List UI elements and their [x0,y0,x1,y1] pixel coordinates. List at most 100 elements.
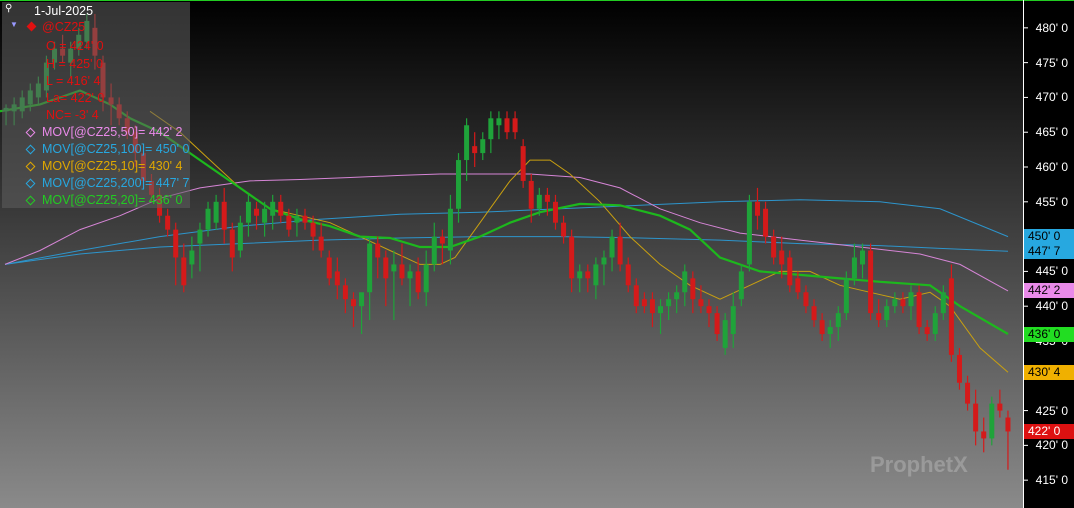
candle-body [754,201,760,216]
price-box: 422' 0 [1024,423,1074,439]
candle-body [593,264,599,286]
candle-body [165,215,171,230]
watermark: ProphetX [870,452,968,477]
y-tick-label: 440' 0 [1035,299,1068,314]
symbol-label[interactable]: @CZ25 [42,20,85,34]
candle-body [908,292,914,307]
candle-body [698,299,704,307]
study-ma50-label[interactable]: MOV[@CZ25,50]= 442' 2 [42,125,183,139]
candle-body [819,320,825,335]
price-box: 436' 0 [1024,326,1074,342]
candle-body [973,403,979,432]
study-diamond-icon [25,178,36,189]
candle-body [286,215,292,230]
candle-body [431,236,437,265]
candle-body [456,160,462,209]
candle [746,194,752,272]
candle-body [237,222,243,251]
search-icon[interactable]: ⚲ [5,3,12,14]
price-box: 447' 7 [1024,243,1074,259]
candle-body [658,306,664,314]
candle-body [447,208,453,251]
candle-body [989,403,995,439]
candle-body [391,264,397,272]
candle-body [892,299,898,307]
ohlc-net-change: NC= -3' 4 [46,108,99,122]
candle-body [278,201,284,216]
candle-body [981,431,987,439]
ohlc-last: La= 422' 0 [46,91,105,105]
study-diamond-icon [25,127,36,138]
ohlc-low: L = 416' 4 [46,74,101,88]
candle-body [625,264,631,286]
study-ma100-label[interactable]: MOV[@CZ25,100]= 450' 0 [42,142,189,156]
study-diamond-icon [25,144,36,155]
candle-body [884,306,890,321]
price-box: 442' 2 [1024,283,1074,299]
candle-body [1005,417,1011,432]
candle-body [835,313,841,328]
candle-body [561,222,567,237]
collapse-arrow-icon[interactable]: ▼ [10,20,18,29]
candle-body [423,264,429,293]
candle-body [254,208,260,216]
candle-body [746,201,752,265]
y-tick-label: 420' 0 [1035,438,1068,453]
y-tick-label: 445' 0 [1035,264,1068,279]
candle-body [415,271,421,293]
candle-body [528,180,534,209]
candle [948,264,954,362]
candle-body [229,229,235,258]
candle-body [569,236,575,279]
candle-body [682,271,688,293]
study-ma10-label[interactable]: MOV[@CZ25,10]= 430' 4 [42,159,183,173]
candle-body [310,222,316,237]
study-diamond-icon [25,195,36,206]
candle-body [948,278,954,355]
symbol-diamond-icon [26,21,37,32]
candle-body [649,299,655,314]
y-tick-label: 425' 0 [1035,403,1068,418]
candle-body [350,299,356,307]
candle-body [302,215,308,223]
candle [843,271,849,321]
candle-body [787,257,793,286]
chart-window: ProphetX ⚲ 1-Jul-2025 ▼ @CZ25 O = 424' 0… [0,0,1074,508]
candle-body [544,194,550,202]
candle-body [763,208,769,237]
candle-body [439,236,445,244]
candle-body [496,118,502,126]
candle-body [197,229,203,244]
y-tick-label: 415' 0 [1035,473,1068,488]
ohlc-high: H = 425' 0 [46,57,103,71]
candle-body [609,236,615,258]
candle-body [318,236,324,251]
candle-body [480,139,486,154]
candle-body [407,271,413,279]
candle-body [916,292,922,328]
candle-body [617,236,623,265]
y-tick-label: 475' 0 [1035,55,1068,70]
candle-body [795,278,801,293]
candle-body [690,278,696,300]
candle-body [173,229,179,258]
candle-body [205,208,211,230]
candle-body [738,271,744,300]
candle-body [383,257,389,279]
price-box: 430' 4 [1024,364,1074,380]
candle-body [876,313,882,321]
study-ma200-label[interactable]: MOV[@CZ25,200]= 447' 7 [42,176,189,190]
candle-body [811,306,817,321]
y-tick-label: 465' 0 [1035,125,1068,140]
candle-body [585,271,591,279]
candle-body [771,236,777,258]
candle-body [577,271,583,279]
candle-body [270,201,276,216]
study-ma20-label[interactable]: MOV[@CZ25,20]= 436' 0 [42,193,183,207]
candle-body [294,215,300,223]
candle-body [779,250,785,265]
candle-body [326,257,332,279]
candle-body [641,299,647,307]
candle-body [860,250,866,265]
candle-body [932,313,938,335]
